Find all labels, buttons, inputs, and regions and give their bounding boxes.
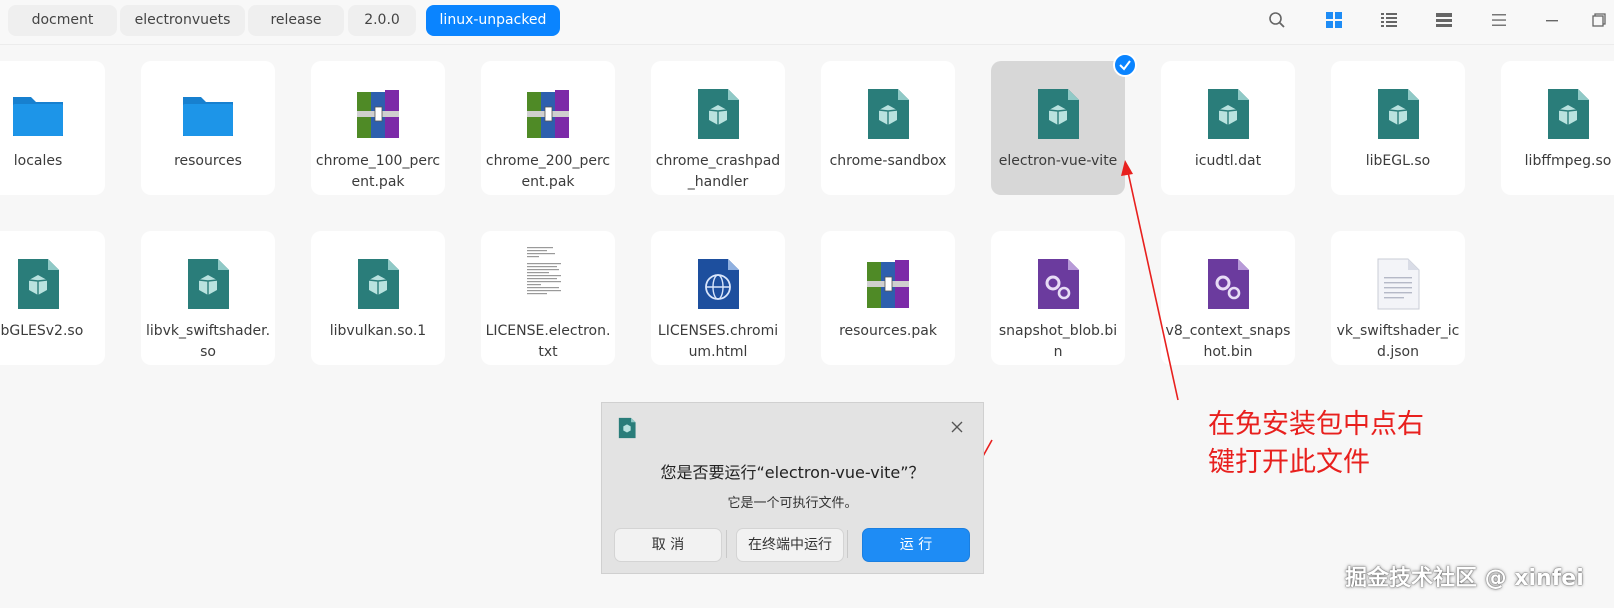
annotation-line-2: 键打开此文件 [1208, 447, 1370, 478]
annotation-line-1: 在免安装包中点右 [1208, 409, 1424, 440]
button-divider [726, 530, 727, 558]
run-in-terminal-button[interactable]: 在终端中运行 [736, 528, 844, 562]
run-executable-dialog: 您是否要运行“electron-vue-vite”？ 它是一个可执行文件。 取 … [601, 402, 984, 574]
watermark: 掘金技术社区 @ xinfei [1345, 566, 1584, 591]
cancel-button[interactable]: 取 消 [614, 528, 722, 562]
button-divider [847, 530, 848, 558]
close-icon[interactable] [950, 420, 964, 434]
annotation-text: 在免安装包中点右 键打开此文件 [1208, 406, 1488, 482]
dialog-title: 您是否要运行“electron-vue-vite”？ [660, 463, 925, 482]
executable-icon [618, 417, 636, 439]
run-button[interactable]: 运 行 [862, 528, 970, 562]
dialog-message: 它是一个可执行文件。 [727, 496, 858, 511]
